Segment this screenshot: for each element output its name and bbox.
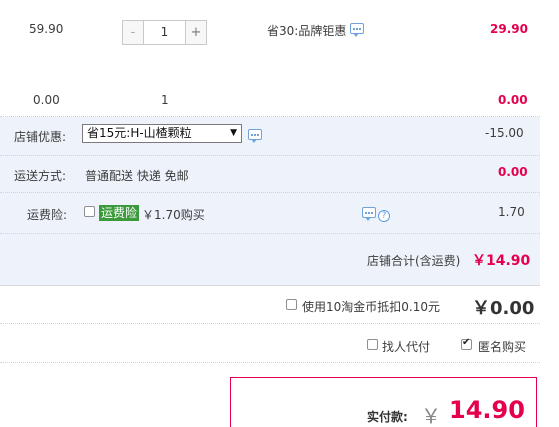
shipping-amount: 0.00: [498, 165, 528, 179]
shop-discount-amount: -15.00: [485, 126, 524, 140]
item-promo-label: 省30:品牌钜惠: [267, 24, 347, 38]
increase-quantity-button[interactable]: +: [185, 21, 206, 44]
order-items: 59.90 - 1 + 省30:品牌钜惠 29.90 0.00 1 0.00: [0, 0, 540, 117]
quantity-stepper[interactable]: - 1 +: [122, 20, 207, 45]
shop-total-amount: ￥14.90: [472, 253, 531, 269]
divider: [0, 233, 540, 234]
shipping-label: 运送方式:: [14, 169, 67, 183]
payment-currency: ￥: [421, 404, 441, 427]
shipping-method: 普通配送 快递 免邮: [85, 169, 189, 183]
insurance-price: ￥1.70购买: [142, 208, 205, 222]
item-unit-price: 59.90: [29, 22, 64, 36]
shop-discount-selected: 省15元:H-山楂颗粒: [87, 126, 192, 140]
divider: [0, 362, 540, 363]
insurance-chat-icon[interactable]: [362, 207, 376, 221]
anonymous-checkbox[interactable]: [461, 337, 472, 350]
divider: [0, 285, 540, 286]
shop-total-label: 店铺合计(含运费): [367, 254, 461, 268]
anonymous-label[interactable]: 匿名购买: [478, 338, 526, 355]
divider: [0, 192, 540, 193]
insurance-checkbox[interactable]: [84, 206, 95, 217]
payment-amount: 14.90: [449, 396, 525, 424]
proxy-pay-label[interactable]: 找人代付: [382, 338, 430, 355]
payment-label: 实付款:: [367, 410, 408, 424]
shop-discount-select[interactable]: 省15元:H-山楂颗粒 ▼: [82, 124, 242, 143]
gift-subtotal: 0.00: [498, 93, 528, 107]
item-subtotal: 29.90: [490, 22, 528, 36]
shop-discount-label: 店铺优惠:: [14, 130, 67, 144]
insurance-tag: 运费险: [99, 205, 140, 221]
divider: [0, 323, 540, 324]
gift-quantity: 1: [161, 93, 169, 107]
gift-unit-price: 0.00: [33, 93, 60, 107]
coins-checkbox[interactable]: [286, 299, 297, 310]
discount-chat-icon[interactable]: [248, 129, 262, 143]
dropdown-arrow-icon: ▼: [230, 128, 237, 138]
insurance-help-icon[interactable]: ?: [378, 207, 390, 222]
promo-chat-icon[interactable]: [350, 23, 364, 37]
insurance-amount: 1.70: [498, 205, 525, 219]
coins-amount: ￥0.00: [472, 298, 535, 319]
proxy-pay-checkbox[interactable]: [367, 339, 378, 350]
insurance-label: 运费险:: [27, 208, 68, 222]
decrease-quantity-button[interactable]: -: [123, 21, 144, 44]
payment-total-box: 实付款: ￥ 14.90: [230, 377, 537, 427]
divider: [0, 155, 540, 156]
coins-label: 使用10淘金币抵扣0.10元: [302, 300, 440, 314]
quantity-input[interactable]: 1: [144, 21, 185, 44]
